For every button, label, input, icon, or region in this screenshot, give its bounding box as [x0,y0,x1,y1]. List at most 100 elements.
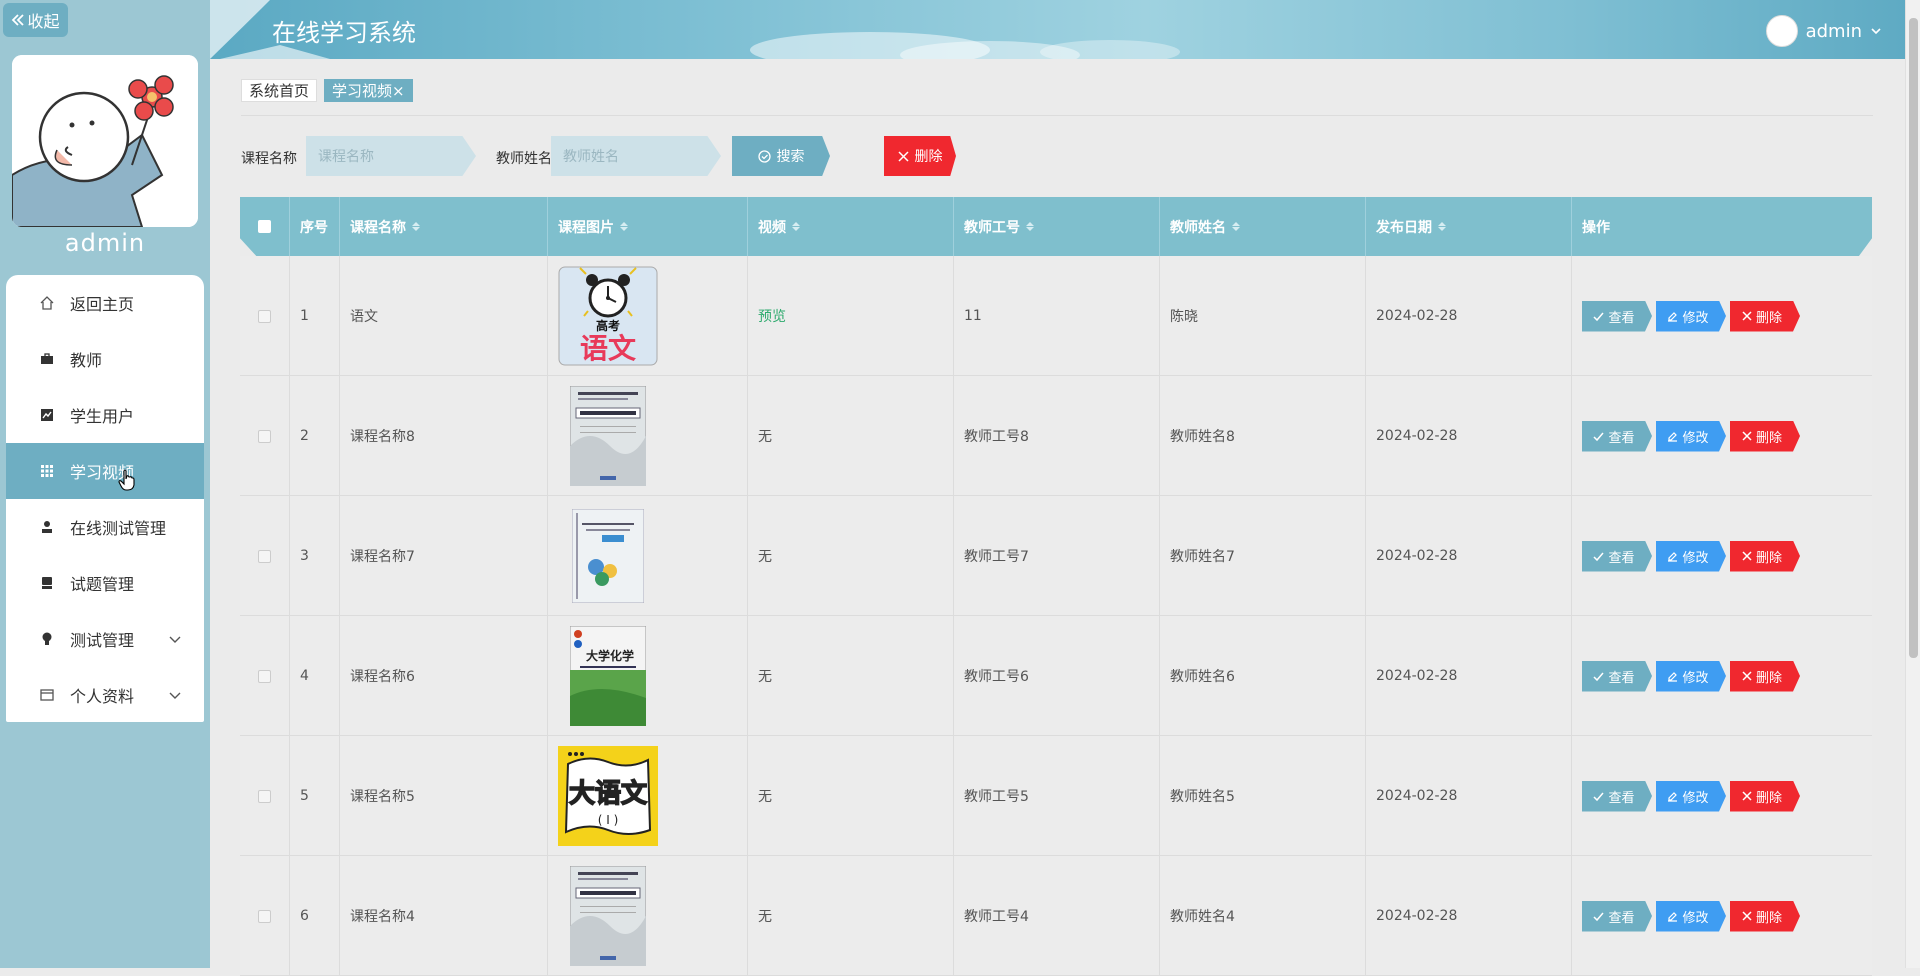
delete-button[interactable]: 删除 [1730,660,1800,692]
delete-button-label: 删除 [1755,910,1782,926]
row-select-cell [240,376,290,496]
collapse-sidebar-button[interactable]: 收起 [3,3,68,37]
sidebar-item-questions[interactable]: 试题管理 [6,555,204,611]
course-cover-image[interactable]: 大语文 ( I ) [558,746,658,846]
sidebar-item-test-manage[interactable]: 测试管理 [6,611,204,667]
cell-teacher-id: 教师工号5 [954,736,1160,856]
delete-button[interactable]: 删除 [1730,900,1800,932]
edit-button[interactable]: 修改 [1656,300,1726,332]
sidebar-item-profile[interactable]: 个人资料 [6,667,204,723]
column-header-video[interactable]: 视频 [748,197,954,256]
cell-course: 课程名称8 [340,376,548,496]
cell-no: 3 [290,496,340,616]
cell-video: 无 [748,376,954,496]
column-header-date[interactable]: 发布日期 [1366,197,1572,256]
sidebar-item-home[interactable]: 返回主页 [6,275,204,331]
row-checkbox[interactable] [258,309,271,323]
view-button[interactable]: 查看 [1582,660,1652,692]
collapse-label: 收起 [27,12,60,31]
row-select-cell [240,496,290,616]
row-checkbox[interactable] [258,789,271,803]
search-button[interactable]: 搜索 [732,136,830,176]
svg-text:( I ): ( I ) [598,813,619,827]
view-button[interactable]: 查看 [1582,900,1652,932]
table-row: 2 课程名称8 无 教师工号8 教师姓名8 2024-02-28 查看 修改 删… [240,376,1872,496]
cell-teacher-name: 陈晓 [1160,256,1366,376]
course-cover-image[interactable]: 高考 语文 [558,266,658,366]
tab-home[interactable]: 系统首页 [241,79,318,102]
sidebar-item-student[interactable]: 学生用户 [6,387,204,443]
sidebar-item-video[interactable]: 学习视频 [6,443,204,499]
vertical-scrollbar[interactable] [1905,0,1920,968]
edit-button-label: 修改 [1682,550,1709,566]
course-cover-image[interactable] [558,866,658,966]
view-button[interactable]: 查看 [1582,780,1652,812]
cell-teacher-id: 教师工号8 [954,376,1160,496]
scrollbar-thumb[interactable] [1909,18,1918,658]
delete-button[interactable]: 删除 [1730,540,1800,572]
breadcrumb-tabs: 系统首页 学习视频× [241,79,413,102]
cell-image: 大语文 ( I ) [548,736,748,856]
view-button[interactable]: 查看 [1582,420,1652,452]
edit-button[interactable]: 修改 [1656,660,1726,692]
chevron-down-icon [168,687,182,701]
view-button[interactable]: 查看 [1582,540,1652,572]
user-menu[interactable]: admin [1765,15,1882,47]
course-cover-image[interactable]: 大学化学 [558,626,658,726]
cell-date: 2024-02-28 [1366,496,1572,616]
course-cover-image[interactable] [558,386,658,486]
grid-icon [38,462,56,480]
column-header-course[interactable]: 课程名称 [340,197,548,256]
edit-button-label: 修改 [1682,670,1709,686]
column-header-image[interactable]: 课程图片 [548,197,748,256]
sidebar-item-label: 返回主页 [70,295,135,314]
double-chevron-left-icon [11,13,25,27]
cell-no: 5 [290,736,340,856]
edit-button[interactable]: 修改 [1656,420,1726,452]
sidebar-item-label: 个人资料 [70,687,135,706]
cell-no: 2 [290,376,340,496]
cell-course: 课程名称4 [340,856,548,976]
course-cover-image[interactable] [558,506,658,606]
cell-teacher-id: 教师工号6 [954,616,1160,736]
teacher-name-input[interactable]: 教师姓名 [551,136,721,176]
sort-icon [412,222,420,231]
chevron-down-icon [1870,25,1882,37]
table-row: 5 课程名称5 大语文 ( I ) 无 教师工号5 教师姓名5 2024-02-… [240,736,1872,856]
sidebar-item-online-test[interactable]: 在线测试管理 [6,499,204,555]
batch-delete-button[interactable]: 删除 [884,136,956,176]
view-button[interactable]: 查看 [1582,300,1652,332]
column-header-teacher-name[interactable]: 教师姓名 [1160,197,1366,256]
tab-video[interactable]: 学习视频× [324,79,413,102]
view-button-label: 查看 [1608,430,1635,446]
pencil-icon [1667,431,1678,442]
user-avatar-image [12,55,198,227]
cell-actions: 查看 修改 删除 [1572,496,1872,616]
bulb-icon [38,630,56,648]
hand-cursor-icon [118,469,136,495]
sidebar-item-teacher[interactable]: 教师 [6,331,204,387]
row-checkbox[interactable] [258,669,271,683]
video-preview-link[interactable]: 预览 [748,256,954,376]
home-icon [38,294,56,312]
delete-button[interactable]: 删除 [1730,420,1800,452]
edit-button[interactable]: 修改 [1656,900,1726,932]
row-checkbox[interactable] [258,909,271,923]
column-header-teacher-id[interactable]: 教师工号 [954,197,1160,256]
cell-course: 语文 [340,256,548,376]
column-header-actions: 操作 [1582,219,1610,236]
delete-button[interactable]: 删除 [1730,300,1800,332]
row-checkbox[interactable] [258,549,271,563]
chart-icon [38,406,56,424]
pencil-icon [1667,911,1678,922]
cell-date: 2024-02-28 [1366,376,1572,496]
edit-button[interactable]: 修改 [1656,780,1726,812]
sidebar-username: admin [64,229,146,257]
delete-button[interactable]: 删除 [1730,780,1800,812]
row-checkbox[interactable] [258,429,271,443]
edit-button[interactable]: 修改 [1656,540,1726,572]
header-background-illustration [210,0,1180,59]
course-name-input[interactable]: 课程名称 [306,136,476,176]
select-all-checkbox[interactable] [258,220,271,233]
sort-icon [1438,222,1446,231]
